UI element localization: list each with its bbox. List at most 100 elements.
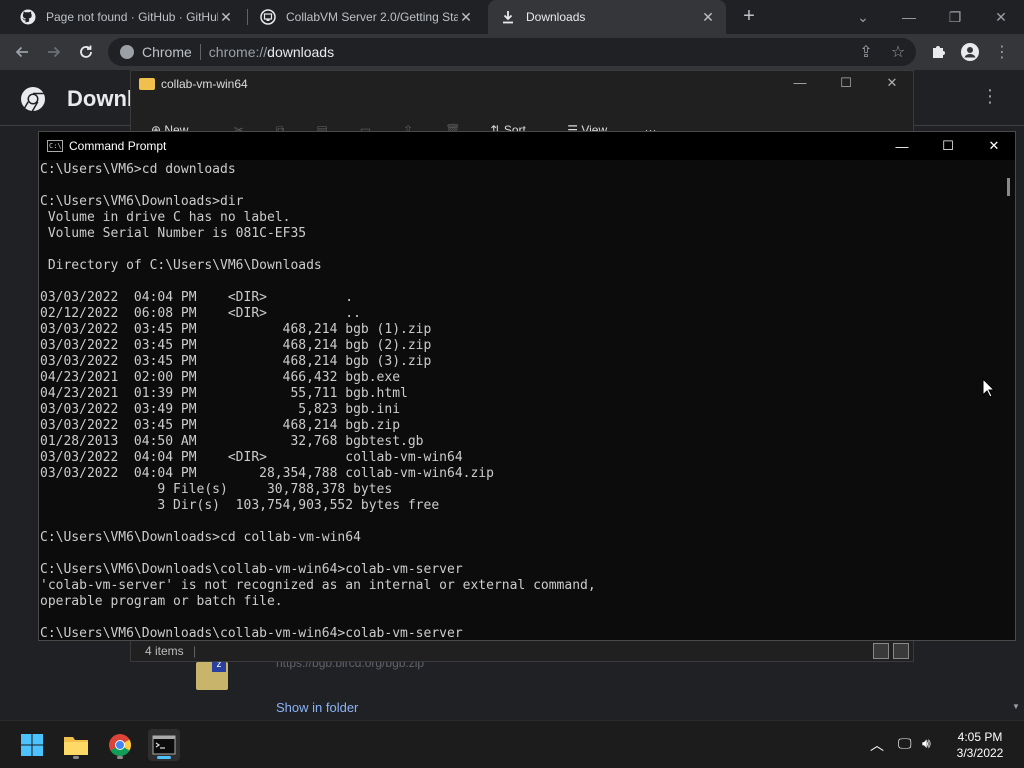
forward-button[interactable] — [42, 40, 66, 64]
download-icon — [500, 9, 516, 25]
downloads-menu-icon[interactable]: ⋮ — [980, 86, 1000, 107]
console-line: 9 File(s) 30,788,378 bytes — [40, 482, 393, 497]
console-line: 03/03/2022 04:04 PM <DIR> . — [40, 290, 354, 305]
tab-downloads[interactable]: Downloads ✕ — [488, 0, 726, 34]
restore-button[interactable]: ❐ — [932, 0, 978, 34]
back-arrow-icon — [15, 46, 28, 58]
taskbar: ︿ 🖵 🔊︎ 4:05 PM 3/3/2022 — [0, 720, 1024, 768]
console-line: 01/28/2013 04:50 AM 32,768 bgbtest.gb — [40, 434, 424, 449]
running-indicator — [73, 756, 79, 759]
chrome-taskbar-button[interactable] — [104, 729, 136, 761]
item-count: 4 items — [145, 644, 184, 658]
scroll-down-arrow-icon[interactable]: ▼ — [1012, 702, 1020, 711]
tiles-view-icon[interactable] — [893, 643, 909, 659]
console-line: 03/03/2022 03:49 PM 5,823 bgb.ini — [40, 402, 401, 417]
tab-title: Downloads — [526, 10, 586, 24]
clock-time: 4:05 PM — [957, 730, 1003, 744]
explorer-title: collab-vm-win64 — [161, 77, 248, 91]
terminal-icon — [152, 735, 176, 755]
close-tab-icon[interactable]: ✕ — [218, 9, 234, 25]
console-line: 03/03/2022 03:45 PM 468,214 bgb (2).zip — [40, 338, 432, 353]
console-line: Volume Serial Number is 081C-EF35 — [40, 226, 307, 241]
cmd-app-icon: C:\ — [47, 140, 63, 152]
running-indicator — [117, 756, 123, 759]
reload-icon — [80, 45, 92, 58]
show-hidden-icons-chevron-icon[interactable]: ︿ — [870, 735, 884, 755]
url-scheme: chrome:// — [208, 44, 268, 60]
view-switcher — [873, 643, 909, 659]
file-explorer-taskbar-button[interactable] — [60, 729, 92, 761]
mouse-cursor-icon — [982, 378, 996, 398]
command-prompt-taskbar-button[interactable] — [148, 729, 180, 761]
status-divider: | — [193, 644, 197, 658]
console-line: C:\Users\VM6\Downloads\collab-vm-win64>c… — [40, 626, 463, 640]
volume-icon[interactable]: 🔊︎ — [922, 735, 931, 752]
chrome-site-icon — [120, 45, 134, 59]
chrome-icon — [109, 734, 131, 756]
cmd-maximize-button[interactable]: ☐ — [925, 132, 971, 160]
cmd-title: Command Prompt — [69, 139, 167, 153]
cmd-scroll-thumb[interactable] — [1007, 178, 1010, 196]
explorer-minimize-button[interactable]: — — [777, 75, 823, 90]
network-icon[interactable]: 🖵 — [898, 735, 912, 752]
new-tab-button[interactable]: + — [738, 6, 760, 28]
console-line: 03/03/2022 03:45 PM 468,214 bgb.zip — [40, 418, 401, 433]
page-title: Downl — [67, 86, 133, 111]
details-view-icon[interactable] — [873, 643, 889, 659]
console-line: Volume in drive C has no label. — [40, 210, 291, 225]
browser-tab-strip: Page not found · GitHub · GitHub ✕ Colla… — [0, 0, 1024, 34]
console-line: C:\Users\VM6\Downloads\collab-vm-win64>c… — [40, 562, 463, 577]
tab-title: CollabVM Server 2.0/Getting Sta — [286, 10, 458, 24]
chrome-menu-kebab-icon[interactable]: ⋮ — [990, 40, 1014, 64]
console-line: 03/03/2022 03:45 PM 468,214 bgb (1).zip — [40, 322, 432, 337]
tab-search-chevron-icon[interactable]: ⌄ — [840, 0, 886, 34]
console-line: 03/03/2022 04:04 PM <DIR> collab-vm-win6… — [40, 450, 463, 465]
folder-icon — [139, 78, 155, 90]
share-icon[interactable]: ⇪ — [854, 40, 878, 64]
url-path: downloads — [267, 44, 335, 60]
omnibox-divider — [199, 44, 201, 60]
console-line: C:\Users\VM6\Downloads>cd collab-vm-win6… — [40, 530, 361, 545]
console-line: 03/03/2022 03:45 PM 468,214 bgb (3).zip — [40, 354, 432, 369]
cmd-titlebar: C:\ Command Prompt — ☐ ✕ — [39, 132, 1015, 160]
tab-github[interactable]: Page not found · GitHub · GitHub ✕ — [8, 0, 244, 34]
back-button[interactable] — [10, 40, 34, 64]
console-line: 03/03/2022 04:04 PM 28,354,788 collab-vm… — [40, 466, 494, 481]
console-line: 04/23/2021 01:39 PM 55,711 bgb.html — [40, 386, 408, 401]
console-line: C:\Users\VM6>cd downloads — [40, 162, 236, 177]
cmd-scrollbar[interactable] — [1001, 160, 1015, 640]
start-button[interactable] — [16, 729, 48, 761]
profile-avatar-icon[interactable] — [958, 40, 982, 64]
bookmark-star-icon[interactable]: ☆ — [886, 40, 910, 64]
cmd-minimize-button[interactable]: — — [879, 132, 925, 160]
console-line: 02/12/2022 06:08 PM <DIR> .. — [40, 306, 361, 321]
extensions-puzzle-icon[interactable] — [926, 40, 950, 64]
console-line: operable program or batch file. — [40, 594, 283, 609]
windows-logo-icon — [21, 734, 43, 756]
console-output[interactable]: C:\Users\VM6>cd downloads C:\Users\VM6\D… — [40, 162, 1000, 640]
minimize-button[interactable]: — — [886, 0, 932, 34]
address-bar[interactable]: Chrome chrome:// downloads — [108, 38, 916, 66]
console-line: 3 Dir(s) 103,754,903,552 bytes free — [40, 498, 440, 513]
show-in-folder-link[interactable]: Show in folder — [276, 700, 358, 715]
console-line: Directory of C:\Users\VM6\Downloads — [40, 258, 322, 273]
close-tab-icon[interactable]: ✕ — [700, 9, 716, 25]
forward-arrow-icon — [48, 46, 61, 58]
explorer-close-button[interactable]: ✕ — [869, 75, 915, 91]
close-window-button[interactable]: ✕ — [978, 0, 1024, 34]
reload-button[interactable] — [74, 40, 98, 64]
tab-collabvm[interactable]: CollabVM Server 2.0/Getting Sta ✕ — [248, 0, 484, 34]
system-clock[interactable]: 4:05 PM 3/3/2022 — [950, 729, 1010, 761]
folder-icon — [64, 737, 88, 755]
cmd-close-button[interactable]: ✕ — [971, 132, 1017, 160]
explorer-maximize-button[interactable]: ☐ — [823, 75, 869, 91]
explorer-status-bar: 4 items | — [131, 641, 913, 661]
close-tab-icon[interactable]: ✕ — [458, 9, 474, 25]
site-label: Chrome — [142, 44, 192, 60]
